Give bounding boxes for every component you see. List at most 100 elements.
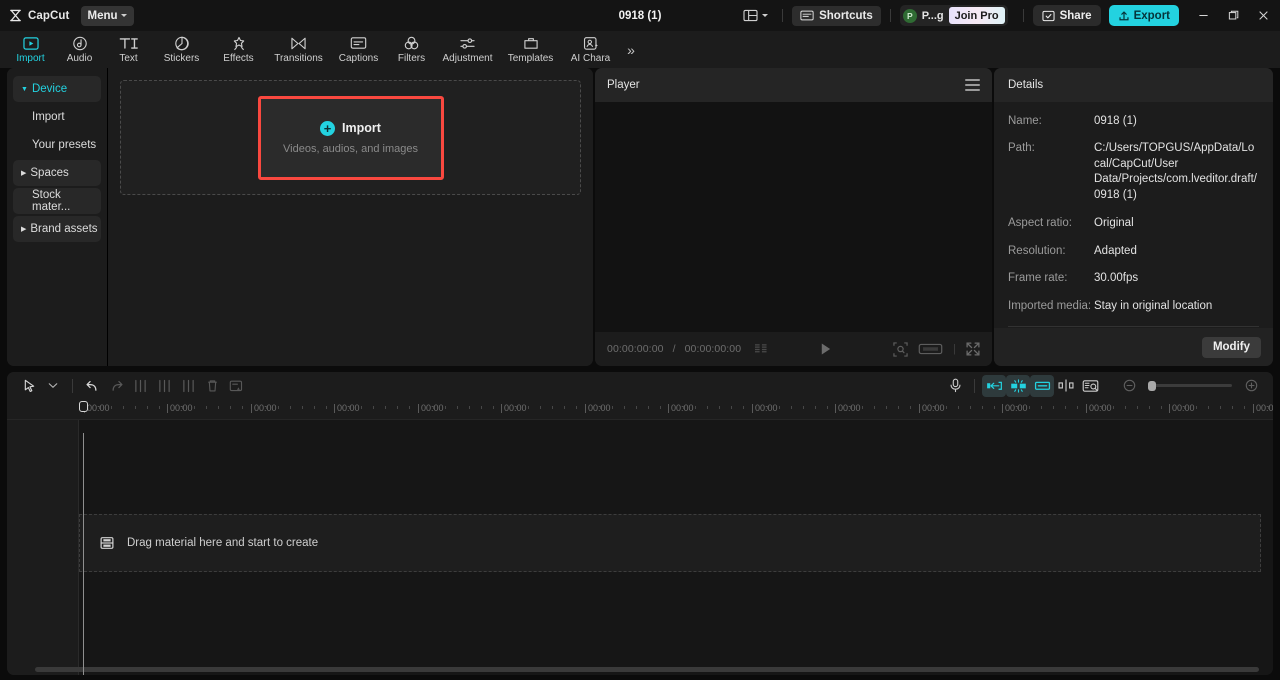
timeline-toolbar (7, 372, 1273, 399)
crop-button[interactable] (224, 375, 248, 397)
aspect-ratio-icon[interactable] (918, 342, 943, 356)
zoom-out-button[interactable] (1117, 375, 1141, 397)
ruler-minor-tick (265, 406, 267, 409)
tab-audio[interactable]: Audio (55, 31, 104, 68)
close-button[interactable] (1248, 0, 1278, 31)
snap-right-button[interactable] (1030, 374, 1054, 397)
mirror-split-button[interactable] (1054, 375, 1078, 397)
maximize-button[interactable] (1218, 0, 1248, 31)
player-canvas[interactable] (595, 102, 992, 332)
sidebar-item-your-presets[interactable]: Your presets (13, 132, 101, 158)
adjustment-sliders-icon (459, 35, 476, 51)
frames-list-icon[interactable] (754, 343, 768, 355)
shortcuts-button[interactable]: Shortcuts (792, 5, 881, 26)
menu-label: Menu (87, 9, 118, 22)
chevron-double-right-icon[interactable]: » (622, 42, 640, 58)
share-button[interactable]: Share (1032, 5, 1101, 26)
tab-import[interactable]: Import (6, 31, 55, 68)
ruler-minor-tick (850, 406, 852, 409)
player-controls: 00:00:00:00 / 00:00:00:00 | (595, 332, 992, 366)
timeline-horizontal-scrollbar[interactable] (35, 667, 1259, 672)
join-pro-badge[interactable]: Join Pro (948, 7, 1005, 24)
delete-button[interactable] (200, 375, 224, 397)
zoom-in-button[interactable] (1239, 375, 1263, 397)
select-tool-button[interactable] (17, 375, 41, 397)
ruler-minor-tick (981, 406, 983, 409)
effects-sparkle-icon (231, 35, 247, 51)
ruler-minor-tick (146, 406, 148, 409)
redo-button[interactable] (104, 375, 128, 397)
layout-switcher-button[interactable] (738, 6, 773, 25)
main-region: ▼ Device Import Your presets ▶ Spaces St… (0, 68, 1280, 366)
sidebar-item-spaces[interactable]: ▶ Spaces (13, 160, 101, 186)
cover-frame-button[interactable] (1078, 375, 1102, 397)
export-button[interactable]: Export (1108, 5, 1179, 26)
tab-transitions[interactable]: Transitions (267, 31, 330, 68)
detail-row-aspect-ratio: Aspect ratio: Original (1008, 216, 1259, 230)
zoom-slider-handle[interactable] (1148, 380, 1156, 391)
detail-key: Path: (1008, 142, 1035, 155)
ruler-minor-tick (325, 406, 327, 409)
zoom-slider[interactable] (1148, 380, 1232, 391)
undo-button[interactable] (80, 375, 104, 397)
tab-label: Effects (223, 53, 254, 64)
ruler-minor-tick (910, 406, 912, 409)
media-dropzone[interactable]: + Import Videos, audios, and images (120, 80, 581, 195)
tab-adjustment[interactable]: Adjustment (436, 31, 499, 68)
tab-stickers[interactable]: Stickers (153, 31, 210, 68)
details-footer: Modify (994, 328, 1273, 366)
tab-captions[interactable]: Captions (330, 31, 387, 68)
keyboard-icon (800, 10, 814, 21)
timeline-dropzone[interactable]: Drag material here and start to create (79, 514, 1261, 572)
ruler-minor-tick (1232, 406, 1234, 409)
ruler-minor-tick (1100, 406, 1102, 409)
timeline-tracks[interactable]: Drag material here and start to create (7, 420, 1273, 675)
menu-button[interactable]: Menu (80, 5, 134, 26)
tab-ai-character[interactable]: AI Chara (562, 31, 619, 68)
ruler-minor-tick (528, 406, 530, 409)
sidebar-item-brand-assets[interactable]: ▶ Brand assets (13, 216, 101, 242)
ruler-minor-tick (611, 406, 613, 409)
trim-right-button[interactable] (176, 375, 200, 397)
ruler-tick: 00:00 (1253, 403, 1273, 413)
fullscreen-icon[interactable] (966, 342, 980, 356)
split-button[interactable] (128, 375, 152, 397)
detail-value: C:/Users/TOPGUS/AppData/Local/CapCut/Use… (1094, 142, 1257, 201)
sidebar-item-label: Import (32, 111, 65, 123)
tab-effects[interactable]: Effects (210, 31, 267, 68)
sidebar-item-import[interactable]: Import (13, 104, 101, 130)
trim-left-button[interactable] (152, 375, 176, 397)
ruler-minor-tick (230, 406, 232, 409)
tab-text[interactable]: Text (104, 31, 153, 68)
ruler-tick: 00:00 (334, 403, 360, 413)
ruler-minor-tick (647, 406, 649, 409)
timeline-ruler[interactable]: 00:00 00:00 00:00 00:00 00:00 00:00 00:0… (7, 399, 1273, 420)
ruler-minor-tick (683, 406, 685, 409)
filters-circles-icon (403, 35, 420, 51)
import-button[interactable]: + Import Videos, audios, and images (257, 95, 444, 180)
playhead-handle[interactable] (79, 401, 88, 412)
modify-button[interactable]: Modify (1201, 336, 1261, 358)
minimize-button[interactable] (1188, 0, 1218, 31)
auto-snap-button[interactable] (1006, 374, 1030, 397)
details-title: Details (1008, 79, 1044, 91)
play-icon[interactable] (819, 342, 832, 356)
templates-folder-icon (523, 35, 539, 51)
snap-left-button[interactable] (982, 374, 1006, 397)
tab-filters[interactable]: Filters (387, 31, 436, 68)
ruler-minor-tick (1267, 406, 1269, 409)
crop-zoom-icon[interactable] (893, 341, 908, 357)
record-voiceover-button[interactable] (943, 375, 967, 397)
layout-grid-icon (743, 9, 758, 22)
hamburger-menu-icon[interactable] (965, 79, 980, 91)
account-button[interactable]: P P...g Join Pro (899, 5, 1008, 26)
ruler-minor-tick (516, 406, 518, 409)
detail-key: Frame rate: (1008, 272, 1068, 285)
sidebar-item-stock-materials[interactable]: Stock mater... (13, 188, 101, 214)
tab-templates[interactable]: Templates (499, 31, 562, 68)
ruler-minor-tick (361, 406, 363, 409)
sidebar-item-device[interactable]: ▼ Device (13, 76, 101, 102)
divider: | (953, 343, 956, 355)
ruler-minor-tick (1160, 406, 1162, 409)
select-tool-dropdown[interactable] (41, 375, 65, 397)
